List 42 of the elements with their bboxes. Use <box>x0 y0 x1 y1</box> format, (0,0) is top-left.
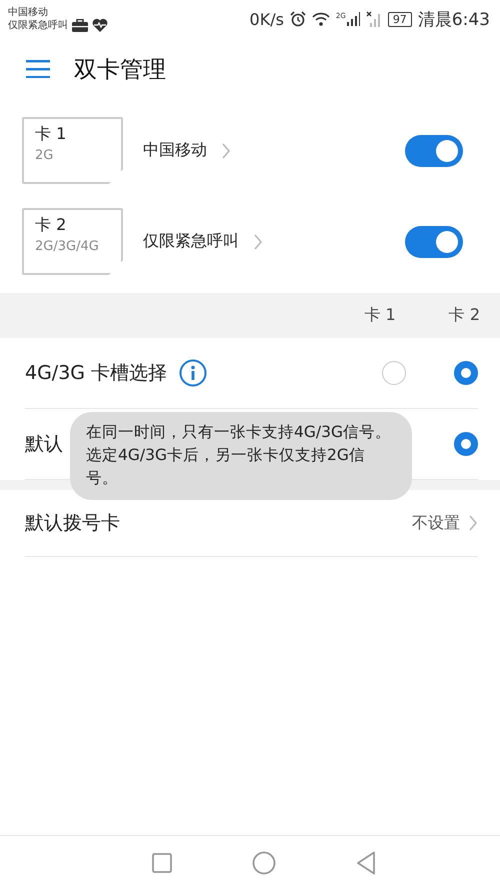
info-button[interactable] <box>179 359 208 387</box>
briefcase-icon <box>72 19 88 32</box>
page-title: 双卡管理 <box>74 56 166 84</box>
no-signal-icon <box>366 11 382 27</box>
menu-icon <box>26 60 50 78</box>
carrier-label: 中国移动 <box>8 6 49 19</box>
sim-network-type: 2G <box>35 147 54 165</box>
toggle-switch[interactable] <box>405 226 463 258</box>
sim-network-type: 2G/3G/4G <box>35 238 100 256</box>
sim-name: 卡 1 <box>35 123 68 145</box>
carrier-label: 仅限紧急呼叫 <box>8 19 68 32</box>
circle-icon <box>252 850 276 874</box>
home-button[interactable] <box>252 850 276 874</box>
menu-button[interactable] <box>26 60 50 78</box>
signal-icon <box>346 12 360 26</box>
recent-apps-button[interactable] <box>152 852 172 872</box>
toggle-switch[interactable] <box>405 134 463 166</box>
column-header: 卡 2 <box>448 305 480 326</box>
chevron-right-icon <box>221 142 231 158</box>
triangle-icon <box>356 850 376 874</box>
carrier-link[interactable]: 仅限紧急呼叫 <box>143 231 405 252</box>
alarm-icon <box>290 11 306 27</box>
wifi-icon <box>312 12 330 26</box>
back-button[interactable] <box>356 850 376 874</box>
default-dial-setting[interactable]: 默认拨号卡 不设置 <box>25 490 478 557</box>
column-header: 卡 1 <box>363 305 397 326</box>
battery-indicator: 97 <box>388 12 412 26</box>
info-icon <box>179 359 208 387</box>
tooltip-text: 在同一时间，只有一张卡支持4G/3G信号。选定4G/3G卡后，另一张卡仅支持2G信号。 <box>70 412 412 500</box>
chevron-right-icon <box>253 234 263 250</box>
clock-time: 清晨6:43 <box>418 8 490 30</box>
radio-button[interactable] <box>382 361 406 385</box>
carrier-link[interactable]: 中国移动 <box>143 140 405 161</box>
radio-button[interactable] <box>454 432 478 456</box>
sim-name: 卡 2 <box>35 214 68 236</box>
chevron-right-icon <box>468 515 478 531</box>
network-speed: 0K/s <box>250 10 284 28</box>
setting-label: 4G/3G 卡槽选择 <box>25 361 168 386</box>
square-icon <box>152 852 172 872</box>
setting-label: 默认 <box>25 432 63 457</box>
radio-button[interactable] <box>454 361 478 385</box>
heart-icon <box>92 18 108 32</box>
